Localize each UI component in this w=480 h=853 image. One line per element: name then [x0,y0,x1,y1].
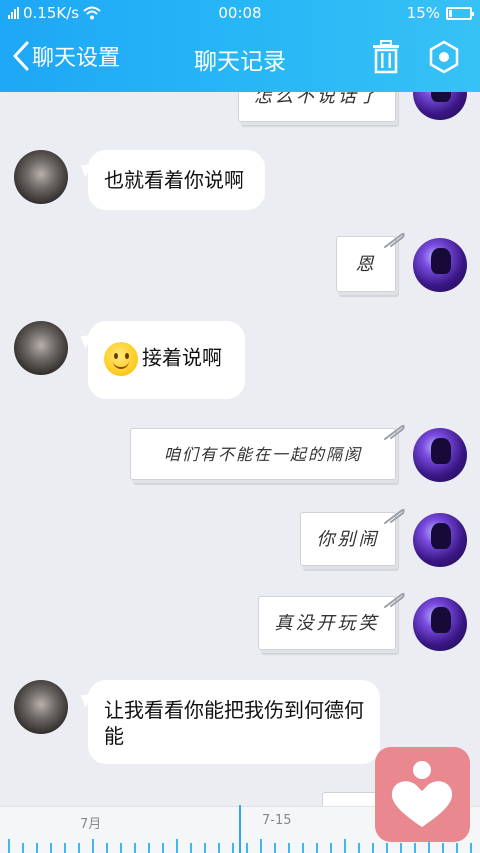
app-header: 0.15K/s 00:08 15% 聊天设置 聊天记录 [0,0,480,92]
floating-action-button[interactable] [375,747,470,842]
timeline-tick [274,843,276,853]
message-text: 也就看着你说啊 [104,168,244,192]
message-text: 让我看看你能把我伤到何德何能 [104,698,364,748]
delete-button[interactable] [372,40,400,78]
timeline-tick [120,843,122,853]
trash-icon [373,40,399,74]
message-text: 怎么不说话了 [254,92,380,107]
timeline-label-month: 7月 [80,817,102,832]
status-bar: 0.15K/s 00:08 15% [0,0,480,26]
chevron-left-icon [13,41,29,71]
smile-emoji-icon [104,342,138,376]
timeline-tick [414,843,416,853]
message-text: 咱们有不能在一起的隔阂 [163,445,362,464]
avatar[interactable] [14,680,68,734]
timeline-tick [232,843,234,853]
message-note[interactable]: 真没开玩笑 [258,592,405,650]
message-note[interactable]: 咱们有不能在一起的隔阂 [130,424,405,480]
timeline-tick [288,843,290,853]
timeline-tick [302,843,304,853]
message-note[interactable]: 怎么不说话了 [238,92,396,122]
paperclip-icon [384,232,405,248]
timeline-tick [344,839,346,853]
timeline-tick [218,843,220,853]
timeline-tick [148,843,150,853]
timeline-tick [400,843,402,853]
message-text: 恩 [355,254,377,275]
timeline-tick [64,843,66,853]
settings-button[interactable] [428,40,460,78]
timeline-tick [456,843,458,853]
chat-history[interactable]: 怎么不说话了 也就看着你说啊 恩 接着说啊 咱们有不能在一起的隔阂 你别闹 真没… [0,92,480,806]
timeline-tick [316,843,318,853]
timeline-tick [8,839,10,853]
paperclip-icon [384,424,405,440]
avatar[interactable] [14,321,68,375]
timeline-tick [442,843,444,853]
message-text: 你别闹 [316,529,380,550]
message-text: 接着说啊 [142,345,222,370]
message-bubble[interactable]: 让我看看你能把我伤到何德何能 [88,680,380,764]
battery-icon [446,6,474,20]
timeline-tick [246,843,248,853]
avatar[interactable] [413,92,467,120]
avatar[interactable] [413,597,467,651]
timeline-tick [22,843,24,853]
timeline-tick [78,843,80,853]
timeline-tick [176,839,178,853]
nav-bar: 聊天设置 聊天记录 [0,26,480,92]
timeline-tick [50,843,52,853]
timeline-tick [36,843,38,853]
timeline-tick [134,843,136,853]
settings-hexagon-icon [429,40,459,74]
timeline-tick [106,843,108,853]
message-text: 真没开玩笑 [274,613,380,634]
heart-person-icon [391,761,453,827]
timeline-tick [162,843,164,853]
avatar[interactable] [413,238,467,292]
timeline-tick [372,843,374,853]
paperclip-icon [384,508,405,524]
paperclip-icon [384,592,405,608]
timeline-tick [204,843,206,853]
back-label: 聊天设置 [32,46,121,71]
timeline-tick [92,839,94,853]
timeline-tick [190,843,192,853]
timeline-tick [330,843,332,853]
message-note[interactable]: 恩 [336,232,405,292]
message-note[interactable]: 你别闹 [300,508,405,566]
timeline-label-date: 7-15 [262,813,292,828]
timeline-tick [386,843,388,853]
battery-percent: 15% [406,4,440,22]
timeline-tick [260,839,262,853]
avatar[interactable] [413,428,467,482]
timeline-tick [470,843,472,853]
message-bubble[interactable]: 也就看着你说啊 [88,150,265,210]
message-bubble[interactable]: 接着说啊 [88,321,245,399]
timeline-tick [358,843,360,853]
avatar[interactable] [413,513,467,567]
timeline-cursor[interactable] [239,805,241,853]
back-button[interactable]: 聊天设置 [12,40,120,72]
avatar[interactable] [14,150,68,204]
